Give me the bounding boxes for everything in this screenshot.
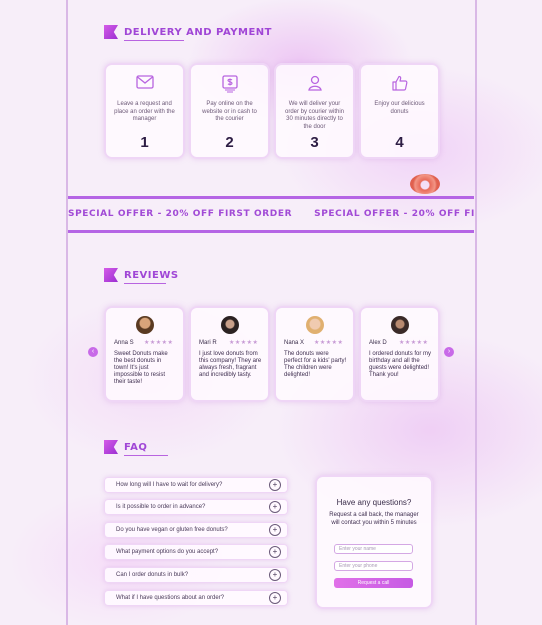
plus-circle-icon[interactable]: +	[269, 524, 281, 536]
review-card: Alex D ★★★★★ I ordered donuts for my bir…	[359, 306, 440, 402]
step-card-2: Pay online on the website or in cash to …	[189, 63, 270, 159]
flag-icon	[104, 440, 118, 454]
faq-question: What payment options do you accept?	[116, 549, 219, 555]
form-title: Have any questions?	[336, 498, 412, 507]
plus-circle-icon[interactable]: +	[269, 501, 281, 513]
step-card-1: Leave a request and place an order with …	[104, 63, 185, 159]
step-card-4: Enjoy our delicious donuts 4	[359, 63, 440, 159]
review-text: I ordered donuts for my birthday and all…	[369, 351, 432, 378]
banner-top-bar	[68, 196, 474, 199]
step-number: 4	[395, 134, 404, 151]
avatar	[391, 316, 409, 334]
faq-item[interactable]: Can I order donuts in bulk? +	[104, 567, 288, 583]
reviewer-name: Nana X	[284, 340, 305, 346]
banner-bottom-bar	[68, 230, 474, 233]
faq-question: Do you have vegan or gluten free donuts?	[116, 527, 228, 533]
faq-item[interactable]: How long will I have to wait for deliver…	[104, 477, 288, 493]
title-underline	[124, 283, 166, 284]
delivery-title-text: DELIVERY AND PAYMENT	[124, 26, 272, 38]
rating-stars: ★★★★★	[229, 340, 259, 346]
review-text: Sweet Donuts make the best donuts in tow…	[114, 351, 168, 385]
request-call-button[interactable]: Request a call	[334, 578, 413, 588]
rating-stars: ★★★★★	[399, 340, 429, 346]
donut-image	[410, 174, 440, 194]
flag-icon	[104, 25, 118, 39]
review-card: Mari R ★★★★★ I just love donuts from thi…	[189, 306, 270, 402]
step-text: Pay online on the website or in cash to …	[202, 101, 257, 122]
reviewer-name: Alex D	[369, 340, 387, 346]
special-offer-banner: SPECIAL OFFER - 20% OFF FIRST ORDER SPECI…	[68, 209, 474, 225]
banner-text: SPECIAL OFFER - 20% OFF FIRST ORDER	[314, 209, 474, 219]
title-underline	[124, 455, 168, 456]
reviews-title-text: REVIEWS	[124, 269, 179, 281]
flag-icon	[104, 268, 118, 282]
faq-item[interactable]: What payment options do you accept? +	[104, 544, 288, 560]
avatar	[136, 316, 154, 334]
banner-text: SPECIAL OFFER - 20% OFF FIRST ORDER	[68, 209, 293, 219]
faq-question: Is it possible to order in advance?	[116, 504, 206, 510]
chevron-left-icon[interactable]: ‹	[88, 347, 98, 357]
payment-card-icon	[221, 75, 238, 93]
thumbs-up-icon	[391, 75, 407, 91]
courier-icon	[307, 75, 322, 91]
step-text: Enjoy our delicious donuts	[374, 101, 425, 115]
title-underline	[124, 40, 184, 41]
step-number: 3	[310, 134, 319, 151]
envelope-icon	[135, 75, 154, 89]
review-card: Anna S ★★★★★ Sweet Donuts make the best …	[104, 306, 185, 402]
delivery-section-title: DELIVERY AND PAYMENT	[104, 25, 272, 39]
faq-item[interactable]: Do you have vegan or gluten free donuts?…	[104, 522, 288, 538]
review-card: Nana X ★★★★★ The donuts were perfect for…	[274, 306, 355, 402]
plus-circle-icon[interactable]: +	[269, 592, 281, 604]
plus-circle-icon[interactable]: +	[269, 569, 281, 581]
reviewer-name: Mari R	[199, 340, 217, 346]
right-border-line	[475, 0, 477, 625]
faq-item[interactable]: What if I have questions about an order?…	[104, 590, 288, 606]
avatar	[221, 316, 239, 334]
rating-stars: ★★★★★	[144, 340, 174, 346]
plus-circle-icon[interactable]: +	[269, 546, 281, 558]
faq-item[interactable]: Is it possible to order in advance? +	[104, 499, 288, 515]
reviews-section-title: REVIEWS	[104, 268, 179, 282]
avatar	[306, 316, 324, 334]
rating-stars: ★★★★★	[314, 340, 344, 346]
left-border-line	[66, 0, 68, 625]
chevron-right-icon[interactable]: ›	[444, 347, 454, 357]
reviewer-name: Anna S	[114, 340, 134, 346]
review-text: The donuts were perfect for a kids' part…	[284, 351, 347, 378]
faq-question: Can I order donuts in bulk?	[116, 572, 189, 578]
step-number: 1	[140, 134, 149, 151]
review-text: I just love donuts from this company! Th…	[199, 351, 262, 378]
faq-question: How long will I have to wait for deliver…	[116, 482, 223, 488]
step-text: Leave a request and place an order with …	[114, 101, 175, 122]
step-card-3: We will deliver your order by courier wi…	[274, 63, 355, 159]
faq-section-title: FAQ	[104, 440, 147, 454]
step-number: 2	[225, 134, 234, 151]
name-field[interactable]	[334, 544, 413, 554]
faq-question: What if I have questions about an order?	[116, 595, 225, 601]
faq-title-text: FAQ	[124, 441, 148, 453]
form-subtitle: Request a call back, the manager will co…	[329, 512, 419, 526]
phone-field[interactable]	[334, 561, 413, 571]
step-text: We will deliver your order by courier wi…	[284, 101, 345, 130]
contact-form: Have any questions? Request a call back,…	[315, 475, 433, 609]
plus-circle-icon[interactable]: +	[269, 479, 281, 491]
